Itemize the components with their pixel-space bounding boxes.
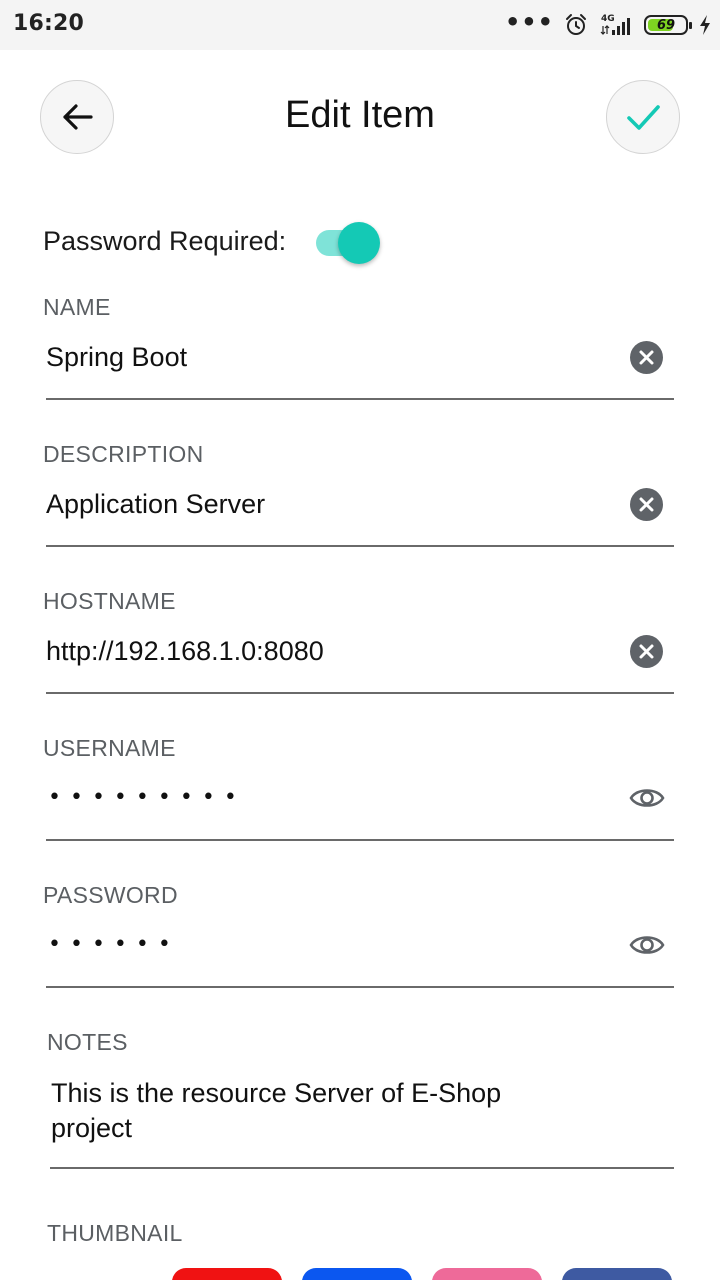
charging-icon [700,15,710,35]
notes-label: NOTES [47,1029,128,1055]
thumbnail-label: THUMBNAIL [47,1220,183,1246]
hostname-label: HOSTNAME [43,588,176,614]
battery-icon: 69 [644,15,692,35]
toggle-knob [338,222,380,264]
name-label: NAME [43,294,111,320]
password-label: PASSWORD [43,882,178,908]
more-dots-icon: ••• [504,8,554,36]
alarm-icon [566,14,586,35]
status-time: 16:20 [13,11,85,36]
signal-icon: 4G [600,14,630,35]
thumbnail-option-pink[interactable] [432,1268,542,1280]
network-type-label: 4G [601,14,615,24]
hostname-input[interactable]: http://192.168.1.0:8080 [46,636,324,667]
save-button[interactable] [606,80,680,154]
description-underline [46,545,674,547]
description-label: DESCRIPTION [43,441,204,467]
username-label: USERNAME [43,735,176,761]
battery-level: 69 [656,17,676,33]
username-visibility-eye-icon[interactable] [629,786,665,810]
thumbnail-option-blue[interactable] [302,1268,412,1280]
status-bar: 16:20 ••• 4G 69 [0,0,720,50]
username-underline [46,839,674,841]
password-required-toggle[interactable] [316,222,382,264]
notes-input[interactable]: This is the resource Server of E-Shop pr… [51,1076,551,1146]
name-clear-icon[interactable] [630,341,663,374]
thumbnail-option-navy[interactable] [562,1268,672,1280]
thumbnail-option-red[interactable] [172,1268,282,1280]
description-input[interactable]: Application Server [46,489,265,520]
description-clear-icon[interactable] [630,488,663,521]
hostname-underline [46,692,674,694]
password-visibility-eye-icon[interactable] [629,933,665,957]
password-underline [46,986,674,988]
status-icons: ••• 4G 69 [505,10,712,40]
notes-underline [50,1167,674,1169]
password-input[interactable]: •••••• [48,932,180,957]
check-icon [627,105,660,130]
username-input[interactable]: ••••••••• [48,785,246,810]
hostname-clear-icon[interactable] [630,635,663,668]
name-underline [46,398,674,400]
name-input[interactable]: Spring Boot [46,342,187,373]
password-required-label: Password Required: [43,226,287,256]
